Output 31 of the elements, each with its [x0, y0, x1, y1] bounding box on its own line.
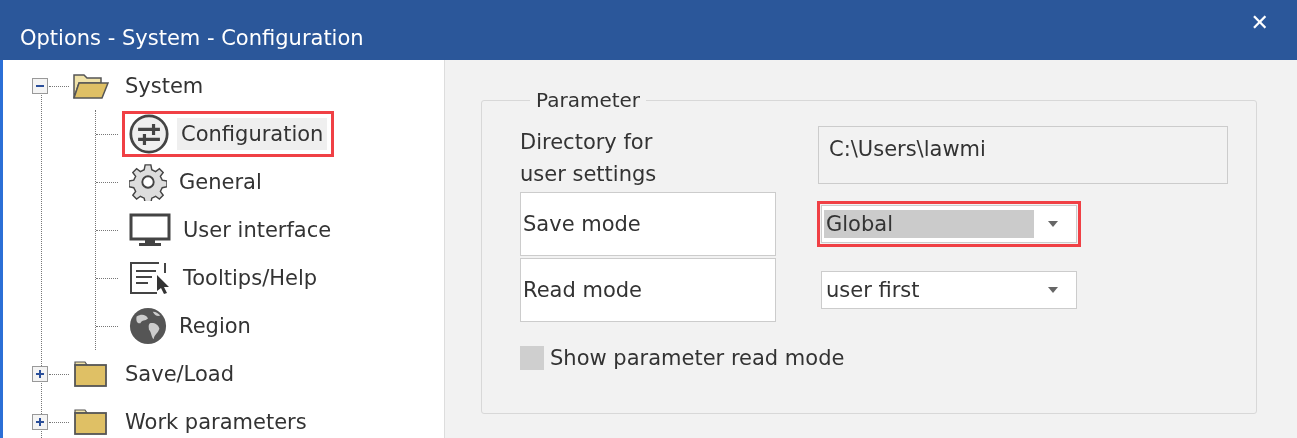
group-title: Parameter — [535, 88, 642, 112]
caret-icon — [1048, 287, 1058, 293]
dropdown-field[interactable]: Global — [821, 205, 1077, 243]
tree-item[interactable]: User interface — [179, 214, 336, 246]
tree-item[interactable]: System — [125, 74, 204, 98]
folder-icon — [73, 72, 109, 100]
expander-icon[interactable] — [32, 78, 48, 94]
folder-icon — [73, 408, 109, 436]
close-button[interactable]: ✕ — [1242, 10, 1277, 35]
field-label: Save mode — [523, 211, 642, 238]
sliders-icon — [129, 114, 169, 154]
tree-item[interactable]: Region — [175, 310, 255, 342]
expander-icon[interactable] — [32, 366, 48, 382]
field-label: Read mode — [523, 277, 643, 304]
window-title: Options - System - Configuration — [20, 26, 364, 50]
tooltip-icon — [129, 261, 171, 295]
checkbox-label: Show parameter read mode — [550, 346, 845, 370]
globe-icon — [129, 307, 167, 345]
tree-item[interactable]: Configuration — [177, 118, 328, 150]
caret-icon — [1048, 221, 1058, 227]
expander-icon[interactable] — [32, 414, 48, 430]
gear-icon — [129, 163, 167, 201]
tree-item[interactable]: General — [175, 166, 266, 198]
dropdown-field[interactable]: user first — [821, 271, 1077, 309]
folder-icon — [73, 360, 109, 388]
tree-item[interactable]: Work parameters — [125, 410, 307, 434]
monitor-icon — [129, 213, 171, 247]
tree-item[interactable]: Tooltips/Help — [179, 262, 322, 294]
field-label: Directory for user settings — [520, 129, 658, 188]
directory-field[interactable]: C:\Users\lawmi — [818, 126, 1228, 184]
tree-item[interactable]: Save/Load — [125, 362, 234, 386]
